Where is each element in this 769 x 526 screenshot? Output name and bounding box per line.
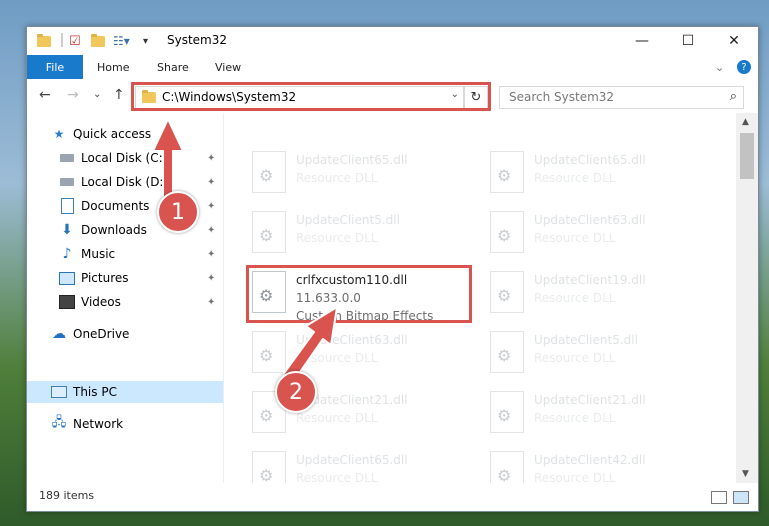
callout-badge-two: 2: [275, 371, 317, 413]
explorer-window: ☑ ☷▾ ▾ System32 — ☐ ✕ File Home Share Vi…: [26, 26, 759, 512]
callout-badge-one: 1: [157, 191, 199, 233]
annotation-arrows: [152, 118, 338, 389]
